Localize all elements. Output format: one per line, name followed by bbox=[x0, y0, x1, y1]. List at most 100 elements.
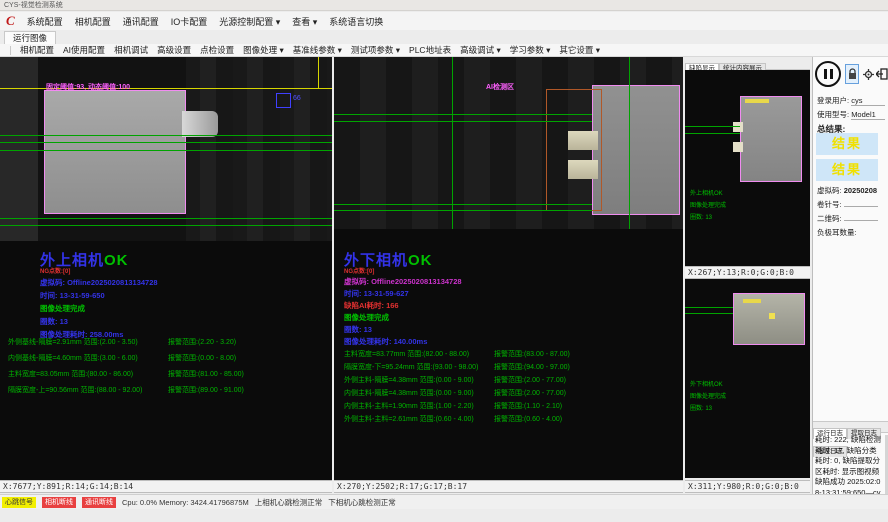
exit-button[interactable] bbox=[875, 64, 888, 84]
tool-plc-table[interactable]: PLC地址表 bbox=[409, 44, 451, 56]
material-block bbox=[740, 96, 802, 182]
tool-image-process[interactable]: 图像处理 ▾ bbox=[243, 44, 284, 56]
qr-label: 二维码: bbox=[817, 214, 842, 223]
lock-button[interactable] bbox=[845, 64, 859, 84]
green-line bbox=[0, 142, 332, 143]
qr-value bbox=[844, 220, 878, 221]
left-camera-image[interactable]: 固定阈值:93, 动态阈值:100 66 bbox=[0, 57, 332, 241]
thumb-text: 图像处理完成 bbox=[690, 200, 726, 209]
green-line bbox=[334, 210, 592, 211]
pause-icon bbox=[824, 69, 833, 79]
menu-bar: C 系统配置 相机配置 通讯配置 IO卡配置 光源控制配置 ▾ 查看 ▾ 系统语… bbox=[0, 12, 888, 30]
menu-view[interactable]: 查看 ▾ bbox=[292, 15, 317, 28]
image-region bbox=[0, 57, 38, 241]
tool-advanced-settings[interactable]: 高级设置 bbox=[157, 44, 191, 56]
measurement-row: 内侧基线-隔膜=4.60mm 范围:(3.00 - 6.00) bbox=[8, 353, 138, 363]
toolbar-separator bbox=[10, 46, 11, 55]
tool-spot-check[interactable]: 点检设置 bbox=[200, 44, 234, 56]
vcode-row: 虚拟码: 20250208 bbox=[817, 185, 877, 196]
tab-run-image[interactable]: 运行图像 bbox=[4, 31, 56, 45]
green-line bbox=[0, 218, 332, 219]
result-ok: OK bbox=[104, 252, 129, 269]
image-region bbox=[186, 57, 332, 241]
pause-button[interactable] bbox=[815, 61, 841, 87]
cpu-memory-text: Cpu: 0.0% Memory: 3424.41796875M bbox=[122, 498, 249, 507]
green-line bbox=[334, 204, 592, 205]
virtual-code: 虚拟码: Offline2025020813134728 bbox=[344, 276, 462, 287]
material-block bbox=[592, 85, 680, 215]
left-camera-panel[interactable]: 固定阈值:93, 动态阈值:100 66 外上相机OK NG点数:[0] 虚拟码… bbox=[0, 57, 332, 480]
qr-row: 二维码: bbox=[817, 213, 878, 224]
result-box-2: 结果 bbox=[816, 159, 878, 181]
thumb-text: 圈数: 13 bbox=[690, 403, 712, 412]
result-ok: OK bbox=[408, 252, 433, 269]
green-line bbox=[334, 114, 592, 115]
measurement-row: 隔膜宽度-下=95.24mm 范围:(93.00 - 98.00) bbox=[344, 362, 478, 372]
status-bar: 心跳信号 相机断线 通讯断线 Cpu: 0.0% Memory: 3424.41… bbox=[0, 494, 888, 509]
middle-camera-image[interactable]: AI检测区 bbox=[334, 57, 683, 229]
electrode-tab bbox=[568, 131, 598, 150]
camera-offline-badge: 相机断线 bbox=[42, 497, 76, 508]
measurement-row: 内侧主料-隔膜=4.38mm 范围:(0.00 - 9.00) bbox=[344, 388, 474, 398]
menu-comm-config[interactable]: 通讯配置 bbox=[123, 15, 159, 28]
alarm-range: 报警范围:(2.20 - 3.20) bbox=[168, 337, 236, 347]
measurement-row: 外侧主料-主料=2.61mm 范围:(0.60 - 4.00) bbox=[344, 414, 474, 424]
login-user-row: 登录用户: cys bbox=[817, 95, 885, 106]
middle-camera-panel[interactable]: AI检测区 外下相机OK NG点数:[0] 虚拟码: Offline202502… bbox=[334, 57, 683, 480]
ai-elapsed: 缺陷AI耗时: 166 bbox=[344, 300, 399, 311]
exit-icon bbox=[876, 68, 888, 80]
menu-camera-config[interactable]: 相机配置 bbox=[75, 15, 111, 28]
mini-label bbox=[743, 299, 761, 303]
capture-time: 时间: 13-31-59-650 bbox=[40, 290, 105, 301]
material-block bbox=[44, 90, 186, 214]
thumb-text: 外下相机OK bbox=[690, 379, 723, 388]
measurement-row: 外侧主料-隔膜=4.38mm 范围:(0.00 - 9.00) bbox=[344, 375, 474, 385]
tool-camera-config[interactable]: 相机配置 bbox=[20, 44, 54, 56]
blue-marker-value: 66 bbox=[293, 95, 301, 102]
bottom-thumb-coords-bar: X:311;Y:980;R:0;G:0;B:0 bbox=[685, 480, 810, 493]
bottom-thumbnail-panel[interactable]: 外下相机OK 图像处理完成 圈数: 13 bbox=[685, 279, 810, 478]
top-thumbnail-panel[interactable]: 外上相机OK 图像处理完成 圈数: 13 bbox=[685, 70, 810, 266]
tool-ai-use-config[interactable]: AI使用配置 bbox=[63, 44, 105, 56]
green-line bbox=[334, 121, 592, 122]
alarm-range: 报警范围:(94.00 - 97.00) bbox=[494, 362, 570, 372]
process-done: 图像处理完成 bbox=[40, 303, 85, 314]
thumb-text: 外上相机OK bbox=[690, 188, 723, 197]
top-thumb-coords-bar: X:267;Y:13;R:0;G:0;B:0 bbox=[685, 266, 810, 279]
tool-advanced-debug[interactable]: 高级调试 ▾ bbox=[460, 44, 501, 56]
menu-system-config[interactable]: 系统配置 bbox=[27, 15, 63, 28]
green-line bbox=[685, 313, 733, 314]
comm-offline-badge: 通讯断线 bbox=[82, 497, 116, 508]
tab-connector bbox=[182, 111, 218, 137]
ai-region-label: AI检测区 bbox=[486, 82, 514, 92]
turn-count: 圈数: 13 bbox=[344, 324, 372, 335]
ai-detect-box bbox=[546, 89, 602, 211]
alarm-range: 报警范围:(2.00 - 77.00) bbox=[494, 388, 566, 398]
tool-baseline-params[interactable]: 基准线参数 ▾ bbox=[293, 44, 342, 56]
tool-test-params[interactable]: 测试项参数 ▾ bbox=[351, 44, 400, 56]
menu-language-switch[interactable]: 系统语言切换 bbox=[329, 15, 383, 28]
app-logo-icon: C bbox=[6, 13, 15, 29]
log-tabstrip: 运行日志提取日志错误日志 bbox=[813, 421, 888, 433]
tool-other-settings[interactable]: 其它设置 ▾ bbox=[559, 44, 600, 56]
menu-io-config[interactable]: IO卡配置 bbox=[171, 15, 208, 28]
lower-camera-heartbeat: 下相机心跳检测正常 bbox=[328, 497, 396, 508]
tool-learning-params[interactable]: 学习参数 ▾ bbox=[510, 44, 551, 56]
alarm-range: 报警范围:(0.60 - 4.00) bbox=[494, 414, 562, 424]
thumb-tabstrip: 缺陷显示统计内容展示故障内容展示 bbox=[685, 57, 810, 70]
menu-light-config[interactable]: 光源控制配置 ▾ bbox=[219, 15, 280, 28]
electrode-tab bbox=[733, 142, 743, 152]
needle-value bbox=[844, 206, 878, 207]
process-elapsed: 图像处理耗时: 140.00ms bbox=[344, 336, 427, 347]
model-row: 使用型号: Model1 bbox=[817, 109, 885, 120]
toolbar: 相机配置 AI使用配置 相机调试 高级设置 点检设置 图像处理 ▾ 基准线参数 … bbox=[0, 44, 888, 57]
tool-camera-debug[interactable]: 相机调试 bbox=[114, 44, 148, 56]
model-value: Model1 bbox=[851, 110, 885, 120]
settings-button[interactable] bbox=[861, 64, 875, 84]
right-sidebar: 登录用户: cys 使用型号: Model1 总结果: 结果 结果 虚拟码: 2… bbox=[812, 57, 888, 509]
turn-count: 圈数: 13 bbox=[40, 316, 68, 327]
electrode-tab bbox=[733, 122, 743, 132]
ng-count: NG点数:[0] bbox=[40, 266, 70, 275]
app-window: CYS-视觉检测系统 C 系统配置 相机配置 通讯配置 IO卡配置 光源控制配置… bbox=[0, 0, 888, 522]
measurement-row: 隔膜宽度-上=90.56mm 范围:(88.00 - 92.00) bbox=[8, 385, 142, 395]
